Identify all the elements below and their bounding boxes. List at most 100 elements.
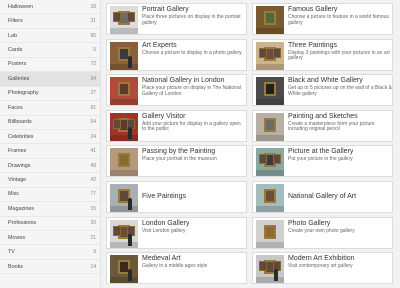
effect-card[interactable]: Famous Gallery Choose a picture to featur… bbox=[252, 3, 393, 35]
visitor-silhouette bbox=[128, 126, 132, 139]
painting-frame bbox=[259, 154, 267, 165]
effect-title: Modern Art Exhibition bbox=[288, 255, 355, 263]
gallery-floor bbox=[110, 134, 138, 141]
sidebar-item-halloween[interactable]: Halloween 18 bbox=[0, 0, 100, 15]
sidebar-item-frames[interactable]: Frames 41 bbox=[0, 144, 100, 159]
effect-card[interactable]: London Gallery Visit London gallery bbox=[106, 216, 247, 249]
effect-info: Photo Gallery Create your own photo galle… bbox=[288, 218, 355, 235]
sidebar-item-label: Lab bbox=[8, 32, 17, 39]
painting-frame bbox=[264, 82, 276, 97]
effect-title: Portrait Gallery bbox=[142, 6, 189, 13]
effect-thumbnail bbox=[110, 184, 138, 212]
sidebar-item-label: Professions bbox=[8, 220, 37, 227]
sidebar-item-label: Misc bbox=[8, 191, 20, 198]
sidebar-item-label: Movies bbox=[8, 234, 26, 241]
effect-card[interactable]: Portrait Gallery Place three pictures on … bbox=[106, 3, 247, 35]
effect-info: Famous Gallery Choose a picture to featur… bbox=[288, 4, 392, 26]
sidebar-item-celebrities[interactable]: Celebrities 24 bbox=[0, 130, 100, 145]
effect-card[interactable]: Five Paintings bbox=[106, 181, 247, 213]
sidebar-item-galleries[interactable]: Galleries 34 bbox=[0, 72, 100, 87]
effect-description: Place your picture on display in The Nat… bbox=[142, 85, 241, 97]
effect-description: Put your picture in the gallery bbox=[288, 156, 353, 163]
sidebar-item-faces[interactable]: Faces 91 bbox=[0, 101, 100, 116]
effect-title: Painting and Sketches bbox=[288, 112, 358, 120]
sidebar-item-books[interactable]: Books 14 bbox=[0, 260, 100, 275]
sidebar-item-photography[interactable]: Photography 27 bbox=[0, 87, 100, 102]
gallery-floor bbox=[110, 206, 138, 212]
visitor-silhouette bbox=[128, 233, 132, 246]
effect-thumbnail bbox=[110, 41, 138, 70]
effect-description: Visit London gallery bbox=[142, 227, 186, 234]
effect-info: Portrait Gallery Place three pictures on … bbox=[142, 4, 246, 26]
sidebar-item-drawings[interactable]: Drawings 49 bbox=[0, 159, 100, 174]
effect-thumbnail bbox=[110, 112, 138, 141]
effect-info: Black and White Gallery Get up to 5 pictu… bbox=[288, 75, 392, 97]
effect-title: Three Paintings bbox=[288, 41, 338, 49]
sidebar-item-lab[interactable]: Lab 95 bbox=[0, 29, 100, 44]
gallery-floor bbox=[110, 28, 138, 34]
effect-card[interactable]: National Gallery of Art bbox=[252, 181, 393, 213]
effect-card[interactable]: Modern Art Exhibition Visit contemporary … bbox=[252, 252, 393, 285]
painting-frame bbox=[264, 117, 276, 132]
effect-card[interactable]: National Gallery in London Place your pic… bbox=[106, 74, 247, 107]
effect-thumbnail bbox=[110, 148, 138, 177]
effect-title: Black and White Gallery bbox=[288, 77, 363, 85]
sidebar-item-filters[interactable]: Filters 31 bbox=[0, 14, 100, 29]
gallery-floor bbox=[256, 99, 284, 106]
sidebar-item-count: 34 bbox=[90, 75, 96, 82]
effect-description: Choose a picture to display in a photo g… bbox=[142, 49, 242, 56]
effect-title: National Gallery in London bbox=[142, 77, 225, 85]
gallery-floor bbox=[256, 63, 284, 70]
sidebar-item-label: Filters bbox=[8, 18, 23, 25]
visitor-silhouette bbox=[128, 55, 132, 68]
effects-grid: Portrait Gallery Place three pictures on … bbox=[106, 0, 396, 288]
gallery-floor bbox=[110, 277, 138, 284]
effect-description: Gallery in a middle ages style bbox=[142, 263, 208, 270]
effect-thumbnail bbox=[256, 148, 284, 177]
effect-title: Picture at the Gallery bbox=[288, 148, 354, 156]
effect-card[interactable]: Picture at the Gallery Put your picture i… bbox=[252, 145, 393, 178]
visitor-silhouette bbox=[128, 198, 132, 210]
sidebar-item-misc[interactable]: Misc 77 bbox=[0, 188, 100, 203]
sidebar-item-count: 77 bbox=[90, 191, 96, 198]
effect-description: Get up to 5 pictures up on the wall of a… bbox=[288, 85, 392, 97]
gallery-floor bbox=[256, 206, 284, 212]
sidebar-item-vintage[interactable]: Vintage 42 bbox=[0, 173, 100, 188]
effect-card[interactable]: Passing by the Painting Place your portra… bbox=[106, 145, 247, 178]
gallery-floor bbox=[256, 134, 284, 141]
category-sidebar: Halloween 18 Filters 31 Lab 95 Cards 5 Posters 72… bbox=[0, 0, 101, 288]
sidebar-item-posters[interactable]: Posters 72 bbox=[0, 58, 100, 73]
effect-info: Art Experts Choose a picture to display i… bbox=[142, 40, 242, 57]
effect-card[interactable]: Painting and Sketches Create a masterpiec… bbox=[252, 109, 393, 142]
sidebar-item-count: 41 bbox=[90, 148, 96, 155]
sidebar-item-tv[interactable]: TV 9 bbox=[0, 245, 100, 260]
effect-card[interactable]: Black and White Gallery Get up to 5 pictu… bbox=[252, 74, 393, 107]
painting-frame bbox=[118, 153, 130, 168]
sidebar-item-count: 15 bbox=[90, 205, 96, 212]
gallery-floor bbox=[256, 28, 284, 34]
sidebar-item-movies[interactable]: Movies 21 bbox=[0, 231, 100, 246]
effect-card[interactable]: Three Paintings Display 3 paintings with … bbox=[252, 38, 393, 71]
sidebar-item-label: Magazines bbox=[8, 205, 35, 212]
effect-description: Choose a picture to feature in a world f… bbox=[288, 14, 389, 26]
sidebar-item-magazines[interactable]: Magazines 15 bbox=[0, 202, 100, 217]
painting-frame bbox=[113, 118, 121, 129]
painting-frame bbox=[113, 12, 121, 22]
painting-frame bbox=[264, 189, 276, 203]
effect-card[interactable]: Photo Gallery Create your own photo galle… bbox=[252, 216, 393, 249]
painting-frame bbox=[264, 11, 276, 25]
sidebar-item-cards[interactable]: Cards 5 bbox=[0, 43, 100, 58]
effect-card[interactable]: Medieval Art Gallery in a middle ages sty… bbox=[106, 252, 247, 285]
effect-info: Three Paintings Display 3 paintings with … bbox=[288, 40, 392, 62]
gallery-floor bbox=[110, 170, 138, 177]
sidebar-item-billboards[interactable]: Billboards 54 bbox=[0, 116, 100, 130]
sidebar-item-count: 18 bbox=[90, 3, 96, 10]
effect-card[interactable]: Gallery Visitor Add your picture for disp… bbox=[106, 109, 247, 142]
effect-thumbnail bbox=[256, 77, 284, 106]
effect-info: Painting and Sketches Create a masterpiec… bbox=[288, 111, 392, 133]
effect-title: Gallery Visitor bbox=[142, 112, 186, 120]
sidebar-item-count: 24 bbox=[90, 133, 96, 140]
effect-title: Art Experts bbox=[142, 41, 177, 49]
effect-card[interactable]: Art Experts Choose a picture to display i… bbox=[106, 38, 247, 71]
sidebar-item-professions[interactable]: Professions 20 bbox=[0, 217, 100, 231]
